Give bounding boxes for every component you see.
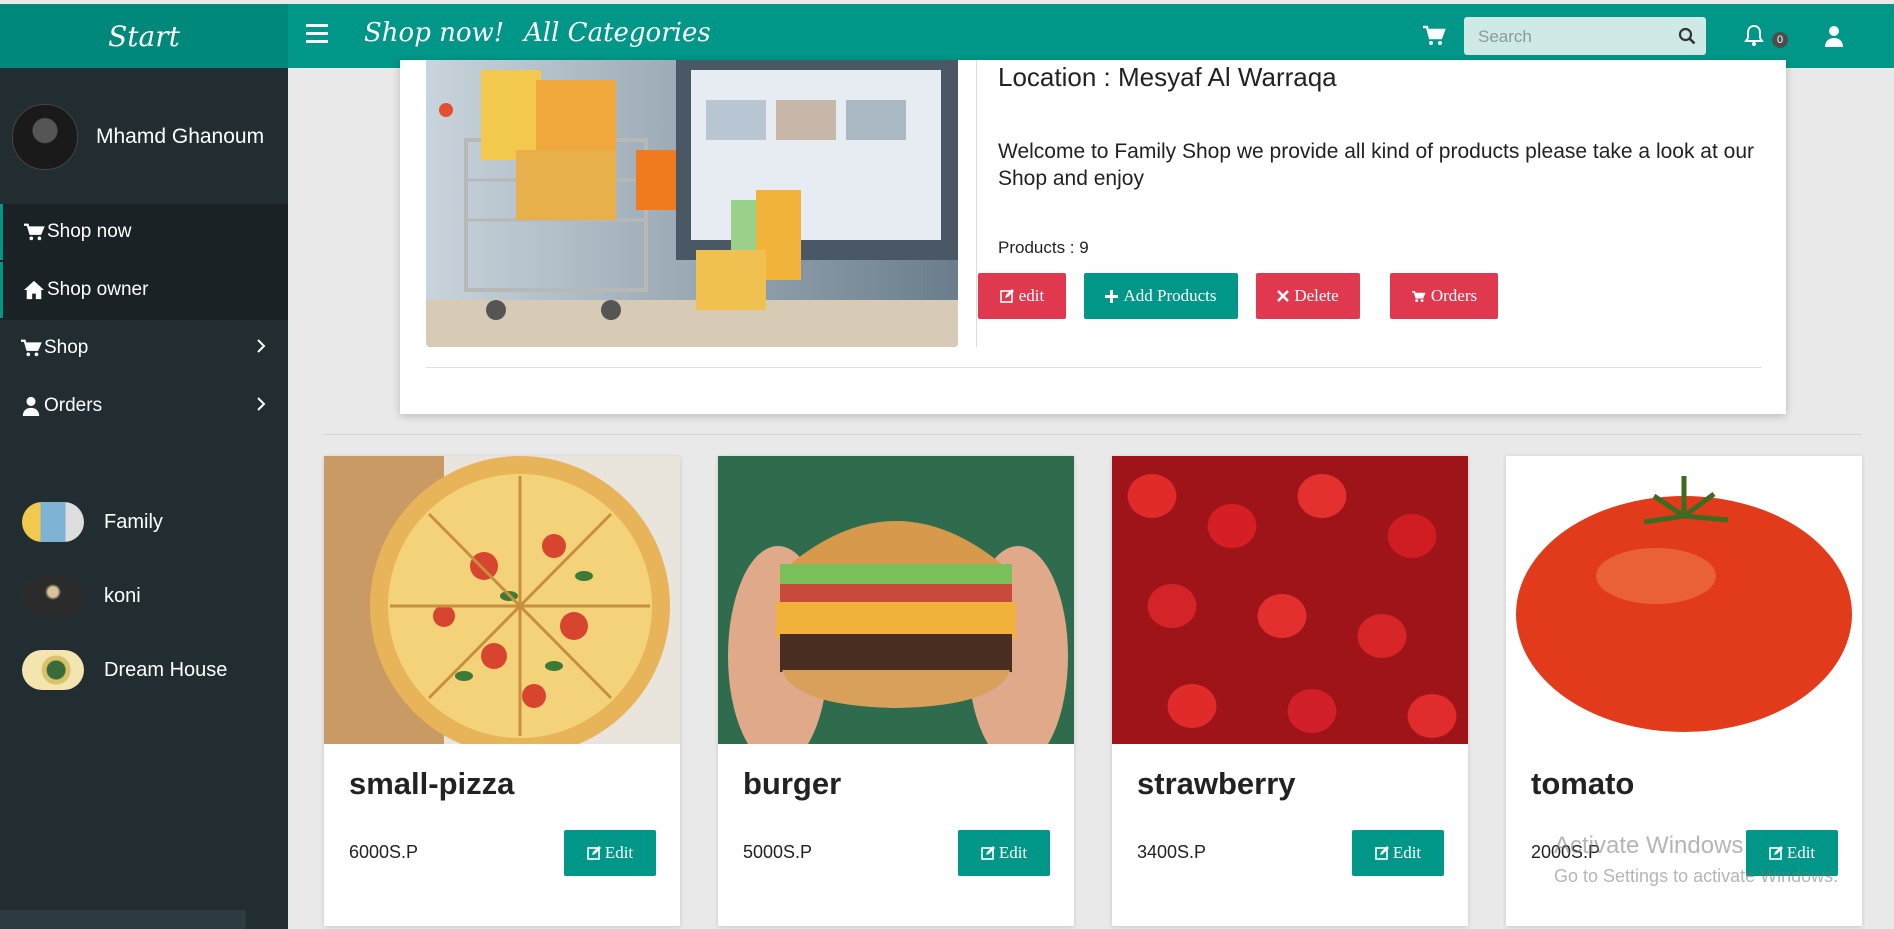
shop-thumbnail	[22, 576, 84, 616]
product-price: 5000S.P	[743, 842, 813, 862]
edit-icon	[1375, 846, 1389, 860]
orders-button[interactable]: Orders	[1390, 273, 1498, 319]
brand-logo[interactable]: Start	[0, 4, 288, 68]
shop-welcome-text: Welcome to Family Shop we provide all ki…	[998, 140, 1754, 190]
bell-icon[interactable]	[1742, 24, 1766, 48]
search-input[interactable]	[1476, 17, 1670, 57]
section-divider	[324, 434, 1862, 435]
sidebar: Mhamd Ghanoum Shop now Shop owner Shop O…	[0, 68, 288, 929]
activation-watermark-text: Go to Settings to activate Windows.	[1554, 866, 1839, 886]
sidebar-item-orders[interactable]: Orders	[0, 378, 288, 434]
product-image	[1506, 456, 1862, 744]
cart-icon	[24, 223, 45, 241]
browser-status-bar	[0, 910, 246, 929]
product-card[interactable]: small-pizza 6000S.P Edit	[324, 456, 680, 926]
sidebar-item-shop[interactable]: Shop	[0, 320, 288, 376]
cart-icon[interactable]	[1422, 24, 1446, 48]
sidebar-shop-koni[interactable]: koni	[22, 576, 141, 616]
activation-watermark-title: Activate Windows	[1554, 832, 1744, 859]
edit-product-button[interactable]: Edit	[958, 830, 1050, 876]
menu-toggle-icon[interactable]	[306, 24, 328, 46]
nav-shop-now[interactable]: Shop now!	[364, 18, 504, 48]
shop-name: Family	[104, 510, 163, 533]
nav-all-categories[interactable]: All Categories	[524, 18, 711, 48]
chevron-right-icon	[257, 339, 266, 353]
products-count: Products : 9	[998, 238, 1089, 257]
shop-thumbnail	[22, 650, 84, 690]
product-card[interactable]: burger 5000S.P Edit	[718, 456, 1074, 926]
search-icon[interactable]	[1678, 27, 1696, 45]
sidebar-item-shop-owner[interactable]: Shop owner	[0, 262, 291, 318]
add-products-button[interactable]: Add Products	[1084, 273, 1238, 319]
avatar	[12, 104, 78, 170]
user-icon	[22, 396, 40, 416]
card-divider	[426, 367, 1762, 368]
edit-product-button[interactable]: Edit	[1352, 830, 1444, 876]
edit-icon	[1769, 846, 1783, 860]
product-name: burger	[743, 766, 842, 801]
sidebar-item-label: Shop	[44, 337, 89, 358]
card-separator	[976, 60, 977, 347]
search-box	[1464, 17, 1706, 57]
cart-icon	[1411, 290, 1426, 302]
delete-shop-button[interactable]: Delete	[1256, 273, 1360, 319]
product-image	[1112, 456, 1468, 744]
notification-badge: 0	[1772, 32, 1788, 48]
chevron-right-icon	[257, 397, 266, 411]
user-name: Mhamd Ghanoum	[96, 125, 265, 148]
shop-thumbnail	[22, 502, 84, 542]
edit-product-button[interactable]: Edit	[564, 830, 656, 876]
product-price: 3400S.P	[1137, 842, 1207, 862]
top-navbar: Start Shop now! All Categories 0	[0, 4, 1894, 68]
product-name: small-pizza	[349, 766, 515, 801]
edit-icon	[981, 846, 995, 860]
edit-icon	[587, 846, 601, 860]
sidebar-shop-family[interactable]: Family	[22, 502, 163, 542]
user-profile: Mhamd Ghanoum	[12, 104, 264, 170]
user-icon[interactable]	[1822, 24, 1846, 48]
product-price: 6000S.P	[349, 842, 419, 862]
product-card[interactable]: strawberry 3400S.P Edit	[1112, 456, 1468, 926]
shop-name: koni	[104, 584, 141, 607]
edit-shop-button[interactable]: edit	[978, 273, 1066, 319]
shop-name: Dream House	[104, 658, 228, 681]
sidebar-item-label: Orders	[44, 395, 103, 416]
plus-icon	[1105, 289, 1119, 303]
shop-hero-image	[426, 60, 958, 347]
product-name: tomato	[1531, 766, 1635, 801]
edit-icon	[999, 289, 1014, 303]
close-icon	[1277, 290, 1290, 302]
product-image	[718, 456, 1074, 744]
home-icon	[24, 280, 44, 300]
cart-icon	[21, 339, 42, 357]
sidebar-shop-dream-house[interactable]: Dream House	[22, 650, 227, 690]
sidebar-item-shop-now[interactable]: Shop now	[0, 204, 291, 260]
sidebar-item-label: Shop now	[47, 221, 132, 242]
shop-location: Location : Mesyaf Al Warraqa	[998, 62, 1337, 92]
product-image	[324, 456, 680, 744]
sidebar-item-label: Shop owner	[47, 279, 149, 300]
product-name: strawberry	[1137, 766, 1296, 801]
